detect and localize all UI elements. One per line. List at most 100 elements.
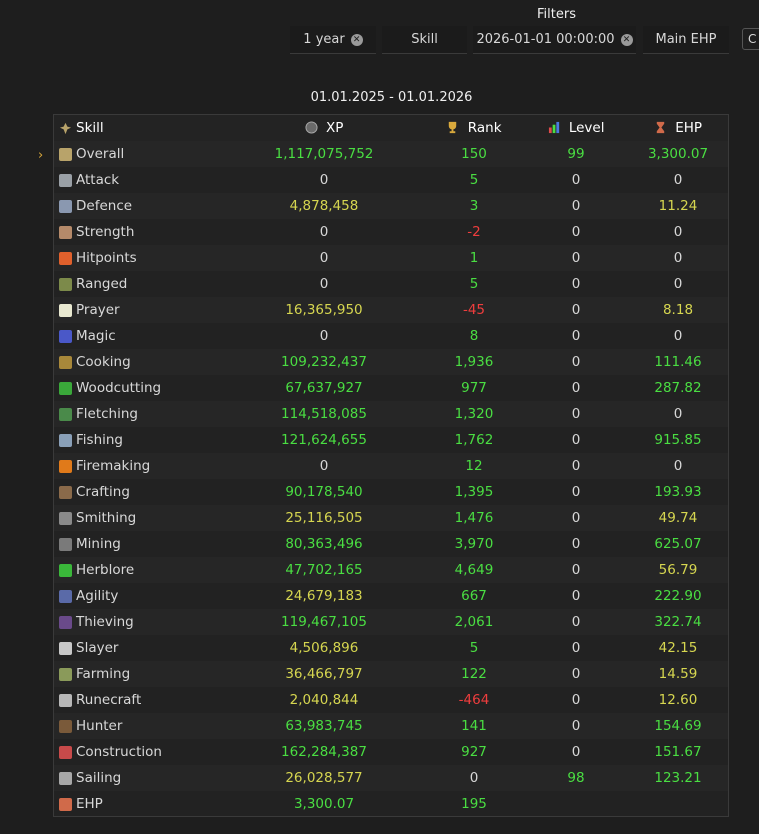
skills-table: Skill XP Rank Level EHP Overall 1,117,075… <box>53 114 729 817</box>
farming-icon <box>59 667 72 681</box>
table-row[interactable]: Herblore 47,702,165 4,649 0 56.79 <box>54 557 728 583</box>
ehp-value <box>609 791 747 817</box>
skill-cell: Cooking <box>59 349 131 375</box>
overall-icon <box>59 122 72 134</box>
table-row[interactable]: Magic 0 8 0 0 <box>54 323 728 349</box>
header-skill-label: Skill <box>76 120 104 136</box>
table-row[interactable]: Fishing 121,624,655 1,762 0 915.85 <box>54 427 728 453</box>
skill-name: Fishing <box>76 432 123 448</box>
table-row[interactable]: Sailing 26,028,577 0 98 123.21 <box>54 765 728 791</box>
sailing-icon <box>59 771 72 785</box>
skill-name: Slayer <box>76 640 119 656</box>
table-row[interactable]: Agility 24,679,183 667 0 222.90 <box>54 583 728 609</box>
firemaking-icon <box>59 459 72 473</box>
ehp-value: 14.59 <box>658 666 698 682</box>
skill-name: Agility <box>76 588 119 604</box>
date-filter[interactable]: 2026-01-01 00:00:00 ✕ <box>473 26 636 54</box>
clipped-button[interactable]: C <box>742 28 759 50</box>
woodcutting-icon <box>59 381 72 395</box>
table-row[interactable]: Farming 36,466,797 122 0 14.59 <box>54 661 728 687</box>
strength-icon <box>59 225 72 239</box>
table-row[interactable]: Strength 0 -2 0 0 <box>54 219 728 245</box>
table-row[interactable]: Slayer 4,506,896 5 0 42.15 <box>54 635 728 661</box>
skill-cell: Hunter <box>59 713 122 739</box>
skill-name: Crafting <box>76 484 130 500</box>
period-filter[interactable]: 1 year ✕ <box>290 26 376 54</box>
magic-icon <box>59 329 72 343</box>
table-row[interactable]: Thieving 119,467,105 2,061 0 322.74 <box>54 609 728 635</box>
date-range-title: 01.01.2025 - 01.01.2026 <box>310 90 473 105</box>
skill-cell: Magic <box>59 323 116 349</box>
prayer-icon <box>59 303 72 317</box>
selected-row-chevron-icon: › <box>38 148 44 163</box>
skill-name: Cooking <box>76 354 131 370</box>
skill-name: Hitpoints <box>76 250 137 266</box>
skill-name: Defence <box>76 198 133 214</box>
table-row[interactable]: Smithing 25,116,505 1,476 0 49.74 <box>54 505 728 531</box>
skill-cell: Herblore <box>59 557 134 583</box>
slayer-icon <box>59 641 72 655</box>
hitpoints-icon <box>59 251 72 265</box>
table-row[interactable]: Hitpoints 0 1 0 0 <box>54 245 728 271</box>
table-row[interactable]: Prayer 16,365,950 -45 0 8.18 <box>54 297 728 323</box>
clear-date-icon[interactable]: ✕ <box>620 33 633 46</box>
skill-cell: Slayer <box>59 635 118 661</box>
skill-name: Smithing <box>76 510 137 526</box>
table-row[interactable]: Defence 4,878,458 3 0 11.24 <box>54 193 728 219</box>
ehp-value: 12.60 <box>658 692 698 708</box>
table-header: Skill XP Rank Level EHP <box>54 115 728 141</box>
ehp-value: 123.21 <box>654 770 702 786</box>
ehp-value: 0 <box>673 250 683 266</box>
ehp-value: 42.15 <box>658 640 698 656</box>
table-row[interactable]: Hunter 63,983,745 141 0 154.69 <box>54 713 728 739</box>
table-row[interactable]: Woodcutting 67,637,927 977 0 287.82 <box>54 375 728 401</box>
ehp-value: 111.46 <box>654 354 702 370</box>
table-row[interactable]: Mining 80,363,496 3,970 0 625.07 <box>54 531 728 557</box>
skill-name: Mining <box>76 536 121 552</box>
header-ehp-label: EHP <box>675 120 703 136</box>
ehp-value: 154.69 <box>654 718 702 734</box>
metric-filter[interactable]: Skill <box>382 26 467 54</box>
clear-period-icon[interactable]: ✕ <box>350 33 363 46</box>
skill-name: Overall <box>76 146 125 162</box>
table-row[interactable]: Cooking 109,232,437 1,936 0 111.46 <box>54 349 728 375</box>
skill-cell: Firemaking <box>59 453 150 479</box>
skill-name: Fletching <box>76 406 138 422</box>
ranged-icon <box>59 277 72 291</box>
overall-icon <box>59 147 72 161</box>
header-skill[interactable]: Skill <box>59 115 104 141</box>
filters-title: Filters <box>537 7 576 22</box>
table-row[interactable]: Overall 1,117,075,752 150 99 3,300.07 <box>54 141 728 167</box>
skill-name: Firemaking <box>76 458 151 474</box>
skill-cell: Overall <box>59 141 124 167</box>
header-ehp[interactable]: EHP <box>609 115 747 141</box>
skill-name: Sailing <box>76 770 122 786</box>
ehp-value: 0 <box>673 276 683 292</box>
ehp-value: 151.67 <box>654 744 702 760</box>
xp-icon <box>305 121 318 134</box>
skill-cell: Defence <box>59 193 132 219</box>
ehp-value: 0 <box>673 224 683 240</box>
table-row[interactable]: Construction 162,284,387 927 0 151.67 <box>54 739 728 765</box>
table-row[interactable]: Firemaking 0 12 0 0 <box>54 453 728 479</box>
ehp-value: 8.18 <box>662 302 694 318</box>
fletching-icon <box>59 407 72 421</box>
table-row[interactable]: Ranged 0 5 0 0 <box>54 271 728 297</box>
mode-filter[interactable]: Main EHP <box>643 26 729 54</box>
ehp-value: 56.79 <box>658 562 698 578</box>
cooking-icon <box>59 355 72 369</box>
table-row[interactable]: EHP 3,300.07 195 <box>54 791 728 817</box>
table-row[interactable]: Crafting 90,178,540 1,395 0 193.93 <box>54 479 728 505</box>
table-row[interactable]: Runecraft 2,040,844 -464 0 12.60 <box>54 687 728 713</box>
ehp-value: 222.90 <box>654 588 702 604</box>
skill-cell: Sailing <box>59 765 121 791</box>
ehp-value: 0 <box>673 458 683 474</box>
period-value: 1 year <box>303 32 345 47</box>
ehp-value: 287.82 <box>654 380 702 396</box>
fishing-icon <box>59 433 72 447</box>
skill-name: Hunter <box>76 718 123 734</box>
table-row[interactable]: Fletching 114,518,085 1,320 0 0 <box>54 401 728 427</box>
thieving-icon <box>59 615 72 629</box>
table-row[interactable]: Attack 0 5 0 0 <box>54 167 728 193</box>
agility-icon <box>59 589 72 603</box>
